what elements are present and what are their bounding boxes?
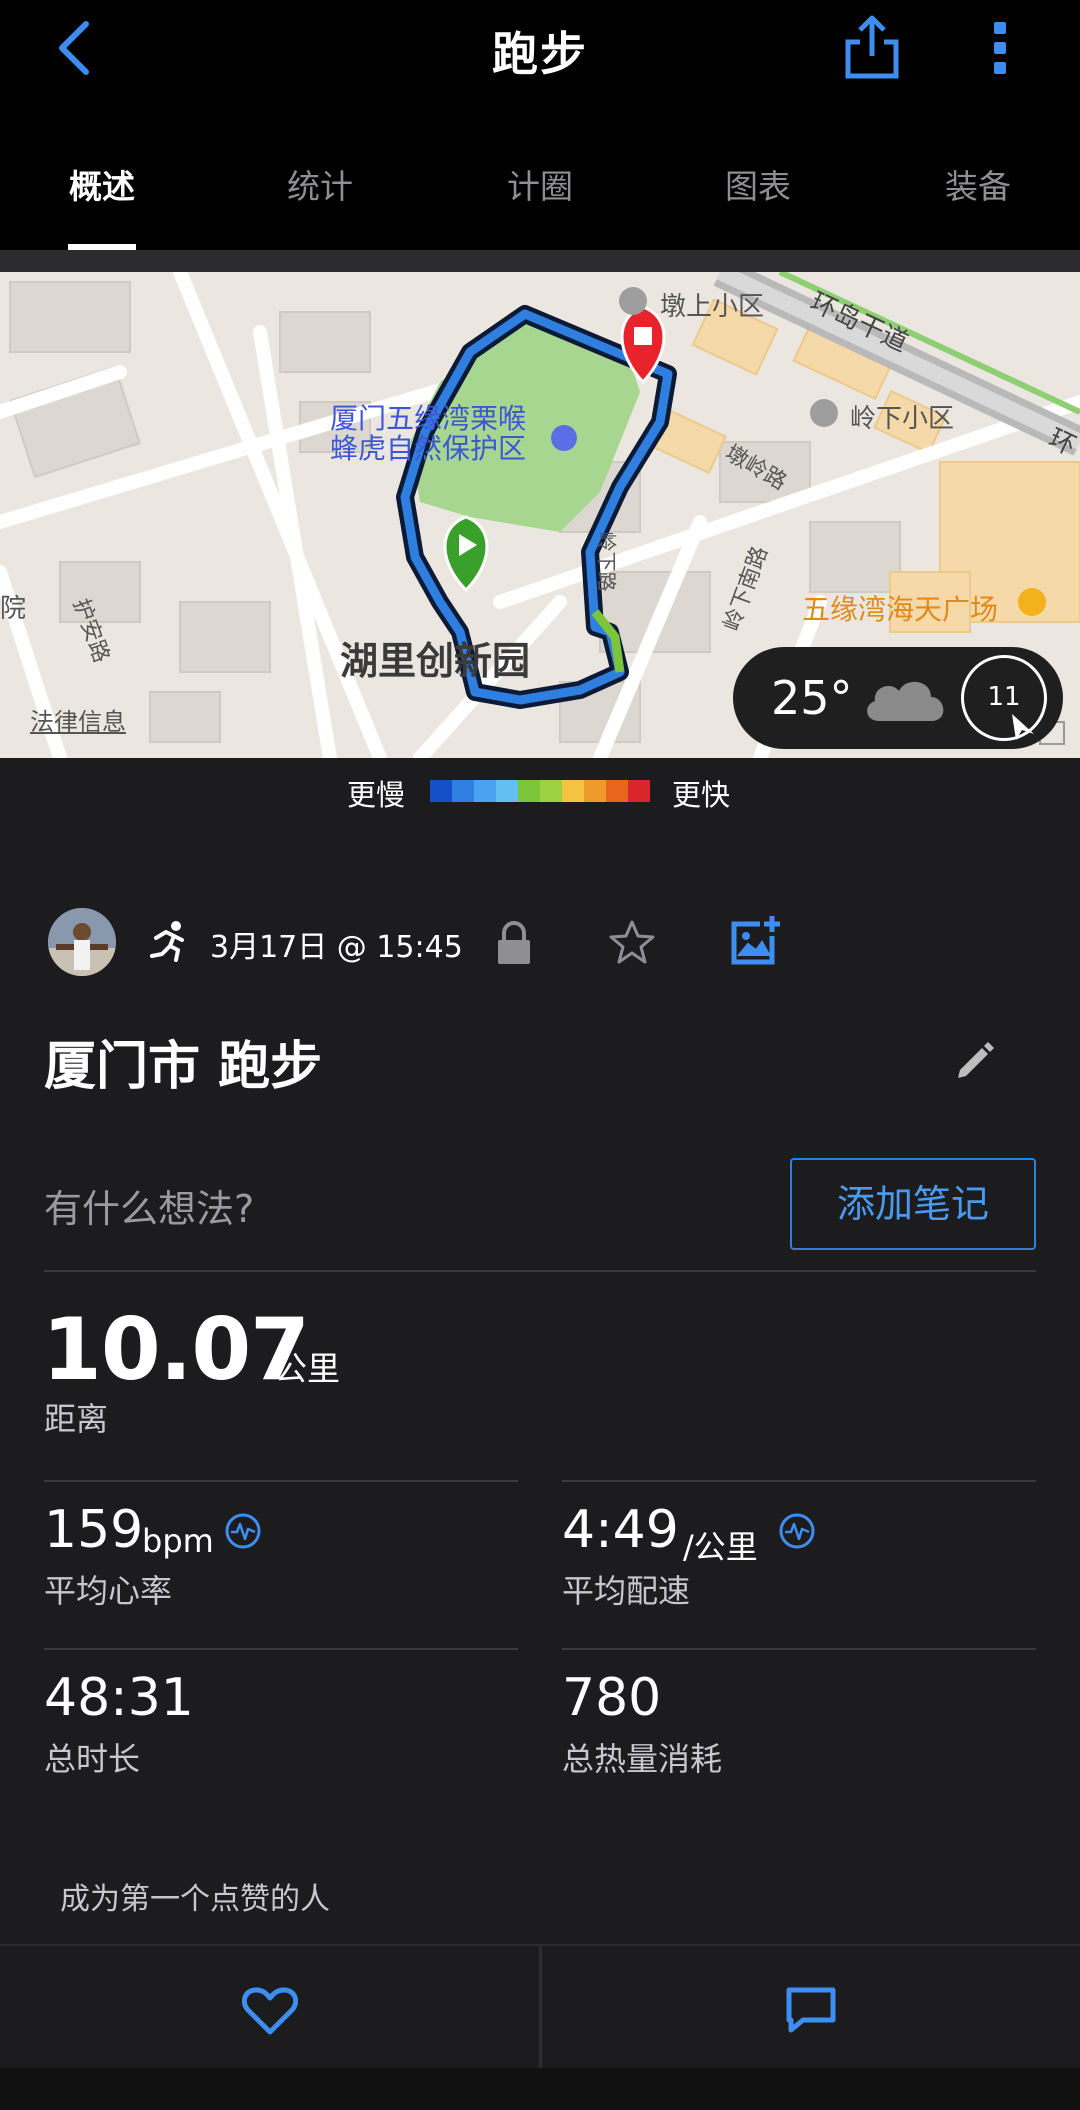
header-separator — [0, 250, 1080, 272]
weather-temperature: 25° — [771, 671, 853, 725]
map-legal-link[interactable]: 法律信息 — [30, 702, 126, 737]
calories-label: 总热量消耗 — [562, 1740, 723, 1778]
more-options-button[interactable] — [985, 18, 1015, 78]
footer-strip — [0, 2068, 1080, 2110]
likes-prompt[interactable]: 成为第一个点赞的人 — [60, 1874, 330, 1918]
pace-legend: 更慢 更快 — [0, 772, 1080, 812]
wind-direction-icon — [1012, 714, 1034, 740]
activity-name: 厦门市 跑步 — [44, 1037, 323, 1097]
wind-speed: 11 — [987, 682, 1021, 712]
like-button[interactable] — [0, 1946, 540, 2070]
map-label-park: 厦门五缘湾栗喉 蜂虎自然保护区 — [330, 404, 526, 464]
legend-color-segment — [540, 780, 562, 802]
share-button[interactable] — [842, 12, 902, 82]
avg-hr-value: 159 — [44, 1500, 144, 1560]
divider — [44, 1480, 518, 1482]
pencil-icon[interactable] — [954, 1038, 996, 1080]
note-prompt: 有什么想法? — [44, 1187, 255, 1231]
duration-value: 48:31 — [44, 1668, 194, 1728]
divider — [562, 1480, 1036, 1482]
avg-pace-value: 4:49 — [562, 1500, 679, 1560]
divider — [44, 1270, 1036, 1272]
page-title: 跑步 — [492, 27, 588, 81]
map-label-left-edge: 院 — [0, 594, 27, 624]
map-label-lingxia: 岭下小区 — [850, 404, 955, 434]
share-icon — [845, 15, 899, 79]
legend-color-segment — [518, 780, 540, 802]
map-label-mall: 五缘湾海天广场 — [802, 593, 999, 626]
map-label-park-line2: 蜂虎自然保护区 — [330, 432, 527, 465]
tab-gear[interactable]: 装备 — [908, 160, 1048, 208]
divider — [562, 1648, 1036, 1650]
distance-unit: 公里 — [274, 1349, 340, 1388]
avg-pace-label: 平均配速 — [562, 1572, 691, 1610]
tab-bar: 概述 统计 计圈 图表 装备 — [0, 140, 1080, 250]
cloud-icon — [867, 681, 944, 721]
divider — [44, 1648, 518, 1650]
tab-stats[interactable]: 统计 — [250, 160, 390, 208]
lock-icon[interactable] — [494, 920, 534, 966]
legend-faster-label: 更快 — [672, 778, 731, 812]
route-map[interactable]: 厦门五缘湾栗喉 蜂虎自然保护区 湖里创新园 墩上小区 岭下小区 环岛干道 环 墩… — [0, 272, 1080, 758]
avg-hr-unit: bpm — [142, 1522, 214, 1560]
running-icon — [148, 920, 188, 964]
weather-widget: 25° 11 — [733, 647, 1063, 749]
avatar-image — [48, 908, 116, 976]
heart-rate-wave-icon — [225, 1513, 261, 1549]
duration-label: 总时长 — [44, 1740, 141, 1778]
avatar[interactable] — [48, 908, 116, 976]
top-bar: 跑步 概述 统计 计圈 图表 装备 — [0, 0, 1080, 250]
distance-label: 距离 — [44, 1400, 109, 1438]
map-label-park-line1: 厦门五缘湾栗喉 — [330, 402, 527, 435]
map-label-district: 湖里创新园 — [340, 639, 531, 683]
legend-color-bar — [430, 780, 650, 802]
legend-color-segment — [430, 780, 452, 802]
bottom-action-bar — [0, 1944, 1080, 2070]
legend-color-segment — [628, 780, 650, 802]
avg-hr-label: 平均心率 — [44, 1572, 173, 1610]
tab-laps[interactable]: 计圈 — [470, 160, 610, 208]
comment-icon — [786, 1987, 836, 2033]
map-label-lingxia-road: 岭下路 — [594, 531, 619, 592]
tab-overview[interactable]: 概述 — [32, 160, 172, 208]
comment-button[interactable] — [541, 1946, 1080, 2070]
add-photo-icon[interactable] — [730, 914, 782, 966]
map-label-dunshang: 墩上小区 — [660, 292, 765, 322]
nav-row: 跑步 — [0, 0, 1080, 100]
wind-indicator: 11 — [961, 655, 1047, 741]
pace-wave-icon — [779, 1513, 815, 1549]
star-icon[interactable] — [608, 918, 656, 966]
calories-value: 780 — [562, 1668, 662, 1728]
activity-info-row: 3月17日 @ 15:45 — [0, 908, 1080, 978]
avg-pace-unit: /公里 — [683, 1528, 758, 1566]
distance-value: 10.07 — [42, 1300, 310, 1400]
add-note-button[interactable]: 添加笔记 — [790, 1158, 1036, 1250]
legend-color-segment — [584, 780, 606, 802]
legend-color-segment — [474, 780, 496, 802]
legend-color-segment — [452, 780, 474, 802]
activity-datetime: 3月17日 @ 15:45 — [210, 930, 463, 965]
legend-color-segment — [562, 780, 584, 802]
legend-color-segment — [606, 780, 628, 802]
tab-charts[interactable]: 图表 — [688, 160, 828, 208]
heart-icon — [242, 1987, 298, 2035]
legend-slower-label: 更慢 — [347, 778, 406, 812]
legend-color-segment — [496, 780, 518, 802]
more-vertical-icon — [994, 22, 1006, 74]
